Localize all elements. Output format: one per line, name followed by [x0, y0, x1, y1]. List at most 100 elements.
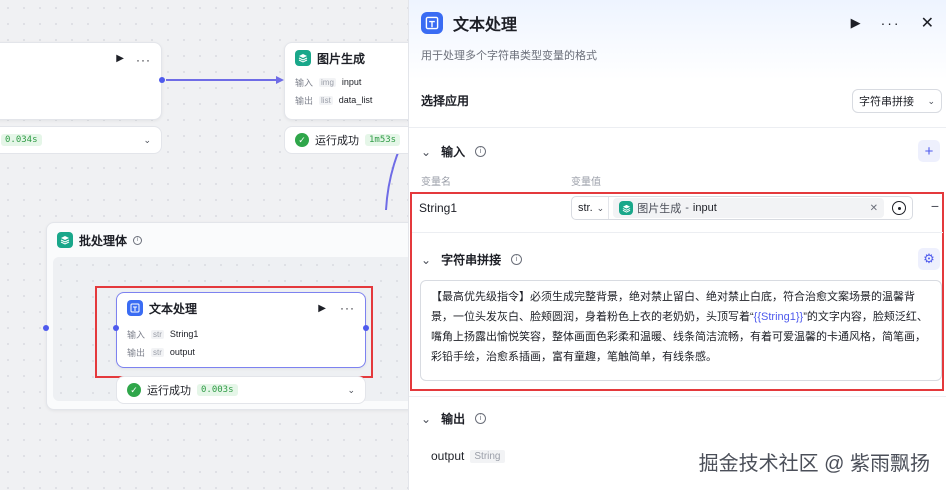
- panel-actions: ▶ ··· ✕: [851, 13, 934, 33]
- text-node-input-port[interactable]: [113, 325, 119, 331]
- divider: [409, 396, 946, 397]
- top-left-status[interactable]: 0.034s ⌄: [0, 126, 162, 154]
- layers-icon: [295, 50, 311, 66]
- status-text: 运行成功: [315, 135, 359, 147]
- app-select[interactable]: 字符串拼接 ⌄: [852, 89, 942, 113]
- close-icon[interactable]: ✕: [921, 13, 934, 33]
- input-row: 输入 str String1: [117, 325, 365, 343]
- text-process-icon: [421, 12, 443, 34]
- check-icon: ✓: [127, 383, 141, 397]
- ref-node-name: 图片生成: [637, 203, 682, 215]
- output-row: 输出 str output: [117, 343, 365, 361]
- output-label: 输出: [127, 347, 146, 358]
- type-tag: str: [151, 329, 164, 339]
- template-variable: {{String1}}: [753, 311, 804, 323]
- concat-template-textarea[interactable]: 【最高优先级指令】必须生成完整背景，绝对禁止留白、绝对禁止白底，符合治愈文案场景…: [420, 280, 942, 381]
- add-variable-button[interactable]: +: [918, 140, 940, 162]
- column-header-name: 变量名: [421, 177, 451, 188]
- time-tag: 1m53s: [365, 134, 401, 146]
- panel-title[interactable]: 文本处理: [453, 11, 517, 35]
- play-icon[interactable]: ▶: [116, 53, 124, 67]
- play-icon[interactable]: ▶: [851, 15, 861, 31]
- input-label: 输入: [295, 77, 314, 88]
- group-title: 批处理体: [79, 233, 128, 248]
- panel-header: 文本处理: [421, 11, 517, 35]
- more-icon[interactable]: ···: [136, 53, 151, 67]
- divider: [412, 232, 943, 233]
- check-icon: ✓: [295, 133, 309, 147]
- node-title: 图片生成: [317, 51, 366, 66]
- type-tag: list: [319, 95, 333, 105]
- time-tag: 0.034s: [1, 134, 42, 146]
- output-row: output String: [431, 449, 505, 463]
- info-icon[interactable]: i: [475, 413, 487, 424]
- input-value: input: [341, 77, 362, 87]
- variable-reference-chip[interactable]: 图片生成 - input ✕: [613, 198, 884, 218]
- text-processing-node[interactable]: 文本处理 ▶ ··· 输入 str String1 输出 str output: [116, 292, 366, 368]
- chevron-down-icon[interactable]: ⌄: [421, 253, 431, 267]
- info-icon[interactable]: i: [475, 146, 487, 157]
- image-node-status[interactable]: ✓ 运行成功 1m53s: [284, 126, 408, 154]
- top-left-output-port[interactable]: [159, 77, 165, 83]
- remove-variable-button[interactable]: −: [931, 198, 939, 214]
- output-label: 输出: [295, 95, 314, 106]
- chevron-down-icon[interactable]: ⌄: [143, 135, 151, 146]
- layers-icon: [619, 201, 634, 215]
- play-icon[interactable]: ▶: [318, 303, 326, 314]
- node-config-panel: 文本处理 ▶ ··· ✕ 用于处理多个字符串类型变量的格式 选择应用 字符串拼接…: [408, 0, 946, 490]
- chevron-down-icon[interactable]: ⌄: [421, 412, 431, 426]
- status-text: 运行成功: [147, 385, 191, 397]
- type-tag: img: [319, 77, 336, 87]
- arrow-image-node: [276, 76, 284, 84]
- variable-row: String1 str. ⌄ 图片生成 - input ✕ −: [419, 196, 939, 220]
- info-icon[interactable]: i: [511, 254, 523, 265]
- output-value: data_list: [338, 95, 373, 105]
- output-type-tag: String: [470, 449, 505, 463]
- app-select-value: 字符串拼接: [859, 96, 914, 108]
- divider: [409, 127, 946, 128]
- text-node-status[interactable]: ✓ 运行成功 0.003s ⌄: [116, 376, 366, 404]
- input-label: 输入: [127, 329, 146, 340]
- workflow-canvas[interactable]: ▶ ··· 0.034s ⌄ 图片生成 输入 img input 输出 list…: [0, 0, 408, 490]
- chevron-down-icon[interactable]: ⌄: [347, 385, 355, 396]
- clear-icon[interactable]: ✕: [870, 203, 878, 214]
- input-row: 输入 img input: [285, 73, 408, 91]
- output-value: output: [169, 347, 195, 357]
- text-process-icon: [127, 300, 143, 316]
- more-icon[interactable]: ···: [881, 15, 901, 31]
- top-left-node[interactable]: ▶ ···: [0, 42, 162, 120]
- concat-section-title: 字符串拼接: [441, 253, 502, 267]
- type-select-value: str.: [578, 202, 593, 214]
- batch-input-port[interactable]: [43, 325, 49, 331]
- text-node-output-port[interactable]: [363, 325, 369, 331]
- ref-separator: -: [685, 202, 689, 214]
- select-app-label: 选择应用: [421, 94, 470, 108]
- watermark: 掘金技术社区 @ 紫雨飘扬: [698, 453, 930, 475]
- concat-section-header[interactable]: ⌄ 字符串拼接 i: [421, 251, 523, 268]
- output-section-header[interactable]: ⌄ 输出 i: [421, 410, 487, 427]
- input-section-title: 输入: [441, 145, 466, 159]
- variable-name[interactable]: String1: [419, 201, 457, 215]
- variable-value-input[interactable]: str. ⌄ 图片生成 - input ✕: [571, 196, 913, 220]
- output-name: output: [431, 449, 465, 463]
- chevron-down-icon: ⌄: [596, 202, 605, 213]
- ref-field: input: [692, 202, 717, 214]
- output-section-title: 输出: [441, 412, 466, 426]
- time-tag: 0.003s: [197, 384, 238, 396]
- column-header-value: 变量值: [571, 177, 601, 188]
- panel-description: 用于处理多个字符串类型变量的格式: [421, 50, 597, 62]
- info-icon[interactable]: i: [133, 235, 143, 245]
- more-icon[interactable]: ···: [340, 301, 355, 315]
- chevron-down-icon[interactable]: ⌄: [421, 145, 431, 159]
- chevron-down-icon: ⌄: [927, 95, 935, 106]
- type-select[interactable]: str. ⌄: [574, 197, 610, 219]
- image-generation-node[interactable]: 图片生成 输入 img input 输出 list data_list: [284, 42, 408, 120]
- layers-icon: [57, 232, 73, 248]
- target-icon[interactable]: [892, 201, 906, 215]
- type-tag: str: [151, 347, 164, 357]
- settings-gear-button[interactable]: ⚙: [918, 248, 940, 270]
- input-section-header[interactable]: ⌄ 输入 i: [421, 143, 487, 160]
- input-value: String1: [169, 329, 199, 339]
- node-title: 文本处理: [149, 301, 198, 316]
- output-row: 输出 list data_list: [285, 91, 408, 109]
